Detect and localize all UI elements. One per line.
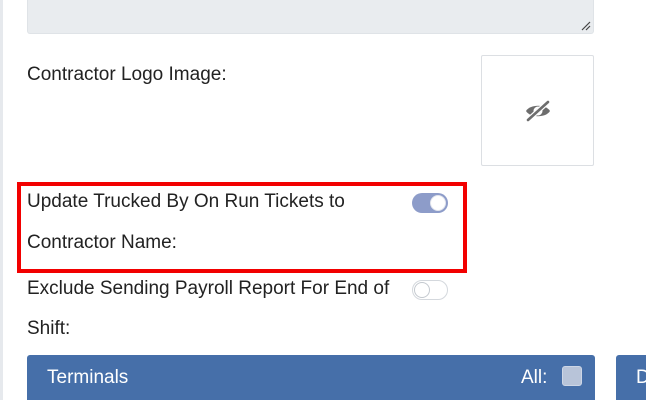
left-border (0, 0, 3, 400)
exclude-payroll-label-line2: Shift: (27, 318, 71, 339)
settings-page: Contractor Logo Image: Update Trucked By… (0, 0, 646, 400)
contractor-logo-image[interactable] (481, 55, 594, 166)
terminals-all-label: All: (521, 367, 548, 388)
toggle-knob (414, 282, 430, 298)
contractor-logo-label: Contractor Logo Image: (27, 64, 227, 85)
second-panel-header: D (616, 355, 646, 400)
terminals-panel-title: Terminals (47, 367, 129, 388)
exclude-payroll-label-line1: Exclude Sending Payroll Report For End o… (27, 278, 390, 299)
terminals-all-checkbox[interactable] (562, 366, 582, 386)
resize-grip-icon[interactable] (579, 19, 591, 31)
notes-textarea[interactable] (27, 0, 594, 34)
eye-slash-icon (526, 100, 550, 122)
highlight-box (17, 182, 467, 273)
terminals-panel-header: Terminals All: (27, 355, 595, 400)
exclude-payroll-toggle[interactable] (412, 280, 448, 300)
second-panel-title: D (636, 367, 646, 388)
